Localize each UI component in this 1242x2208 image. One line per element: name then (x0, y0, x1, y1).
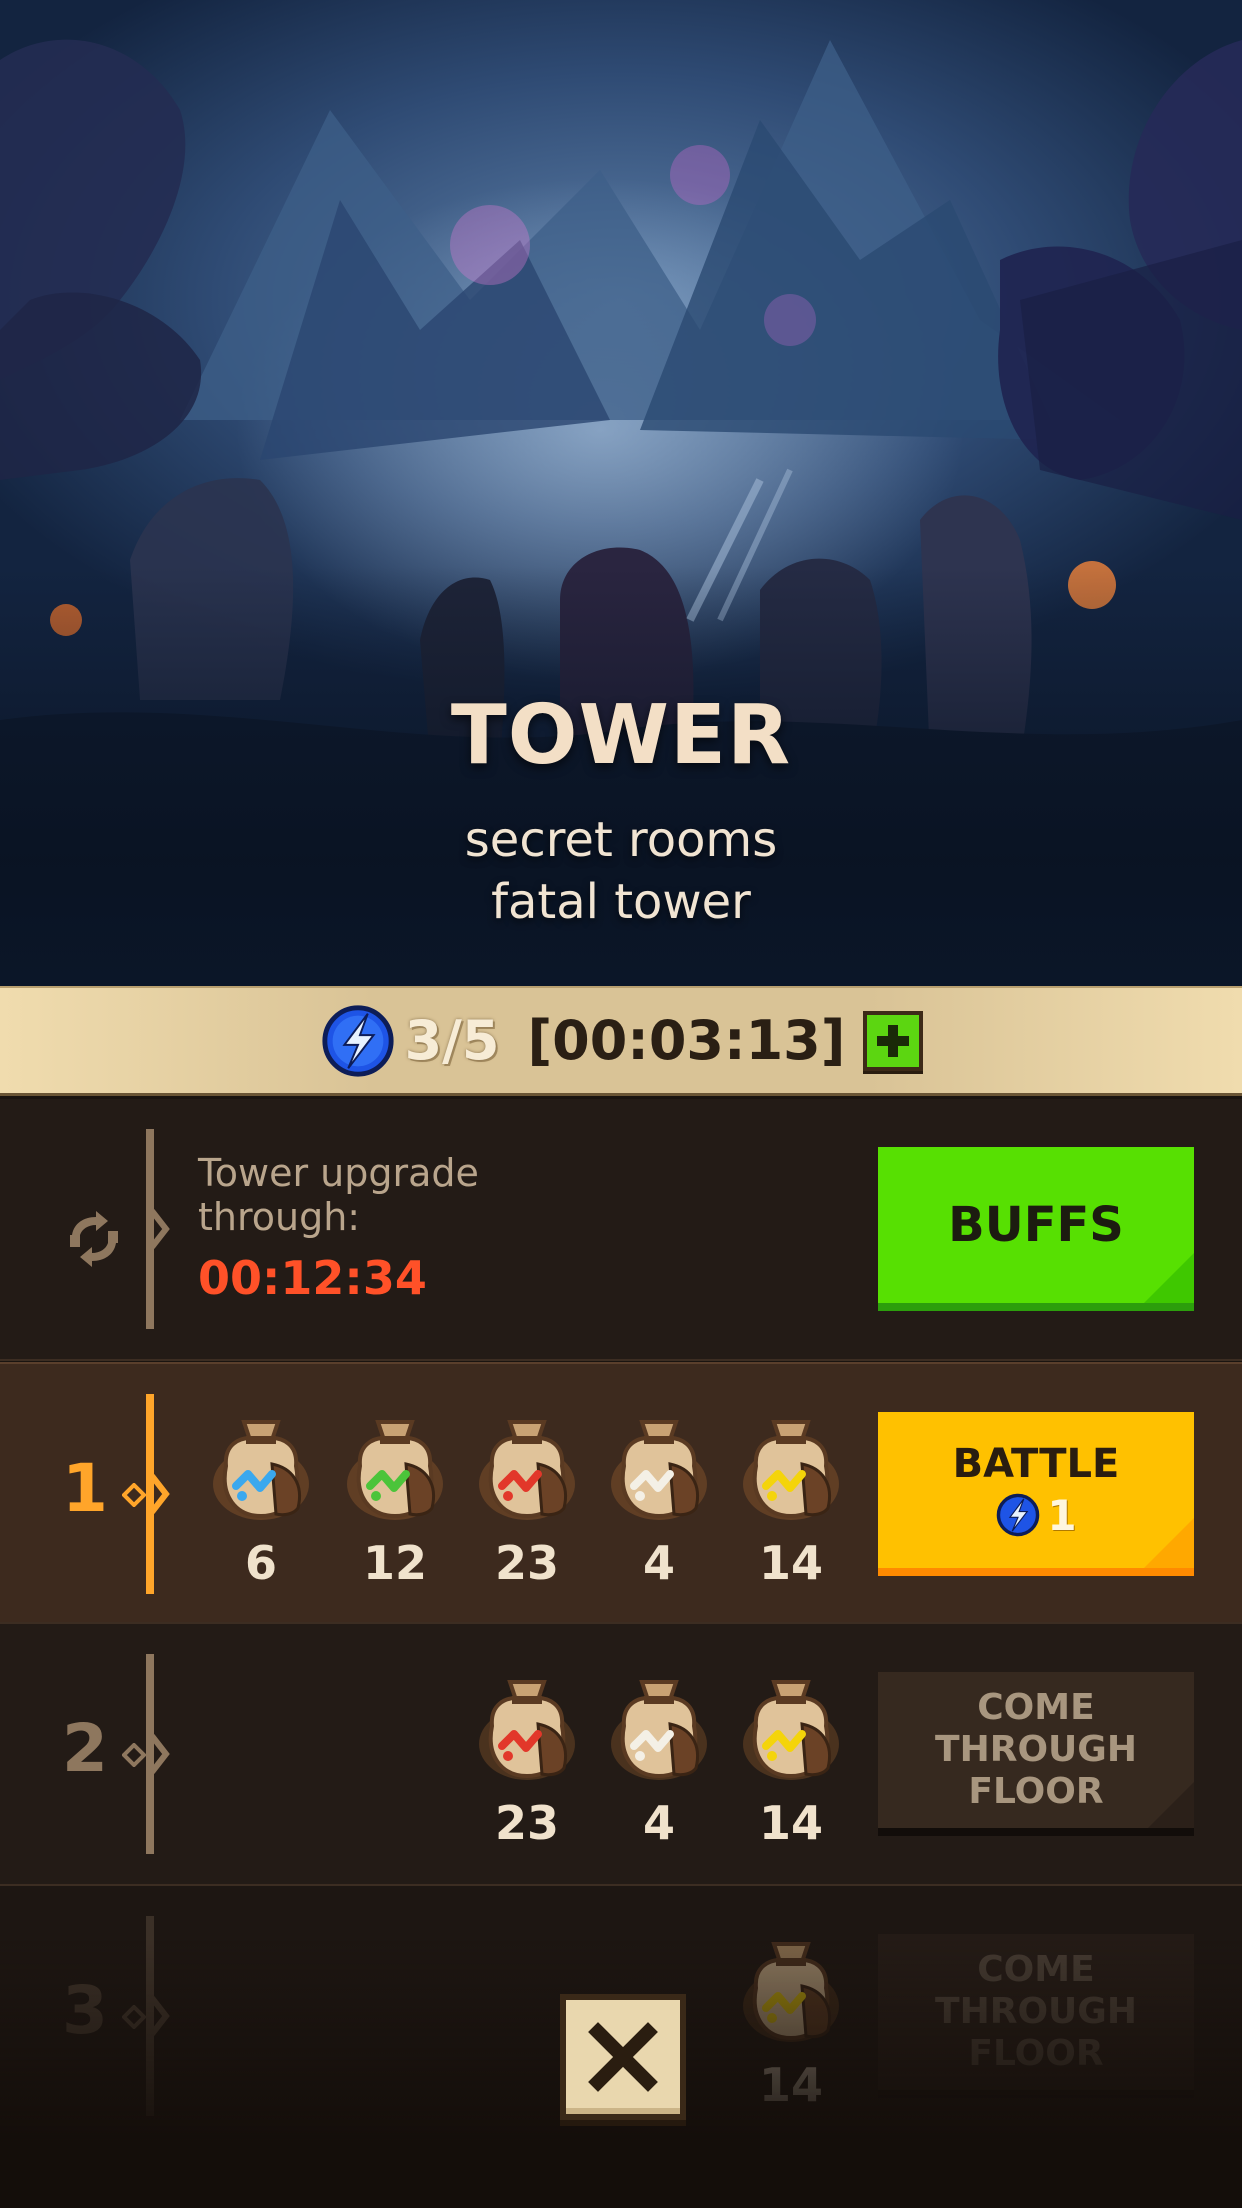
white-rune-bag-icon: 4 (604, 1664, 714, 1854)
reward-count: 23 (494, 1536, 559, 1590)
rail-chevron (150, 1209, 170, 1249)
button-corner (1144, 1253, 1194, 1303)
yellow-rune-bag-icon: 14 (736, 1926, 846, 2116)
buffs-button[interactable]: BUFFS (878, 1147, 1194, 1311)
blue-rune-bag-icon: 6 (206, 1404, 316, 1594)
energy-count: 3/5 (404, 1009, 500, 1072)
hero-banner: TOWER secret rooms fatal tower (0, 0, 1242, 986)
close-button[interactable] (560, 1994, 686, 2120)
upgrade-label: Tower upgrade through: (198, 1151, 479, 1239)
floor-row-2: 2 23 4 14 COME THROUGH FLOOR (0, 1624, 1242, 1886)
subtitle-line-1: secret rooms (464, 812, 778, 868)
refresh-icon (70, 1211, 118, 1267)
battle-button[interactable]: BATTLE 1 (878, 1412, 1194, 1576)
page-title: TOWER (450, 688, 792, 783)
reward-count: 4 (642, 1536, 675, 1590)
button-label-line-2: FLOOR (968, 1771, 1104, 1812)
reward-count: 4 (642, 1796, 675, 1850)
button-corner (1148, 1782, 1194, 1828)
buffs-button-label: BUFFS (948, 1197, 1124, 1253)
upgrade-timer: 00:12:34 (198, 1251, 427, 1305)
reward-count: 14 (758, 1796, 823, 1850)
red-rune-bag-icon: 23 (472, 1404, 582, 1594)
yellow-rune-bag-icon: 14 (736, 1664, 846, 1854)
plus-icon (877, 1024, 910, 1057)
red-rune-bag-icon: 23 (472, 1664, 582, 1854)
reward-count: 23 (494, 1796, 559, 1850)
yellow-rune-bag-icon: 14 (736, 1404, 846, 1594)
floor-row-1: 1 6 12 23 4 14 BATTLE 1 (0, 1362, 1242, 1624)
reward-count: 14 (758, 2058, 823, 2112)
green-rune-bag-icon: 12 (340, 1404, 450, 1594)
battle-button-label: BATTLE (952, 1440, 1120, 1487)
battle-cost: 1 (995, 1490, 1077, 1540)
reward-count: 12 (362, 1536, 427, 1590)
tower-upgrade-row: Tower upgrade through: 00:12:34 BUFFS (0, 1099, 1242, 1361)
energy-timer: [00:03:13] (527, 1009, 846, 1072)
energy-bolt-icon (997, 1493, 1040, 1537)
button-corner (1144, 1518, 1194, 1568)
white-rune-bag-icon: 4 (604, 1404, 714, 1594)
energy-bolt-icon (321, 1004, 394, 1077)
reward-count: 6 (244, 1536, 277, 1590)
energy-bar: 3/5 [00:03:13] (0, 986, 1242, 1096)
add-energy-button[interactable] (863, 1010, 924, 1071)
come-through-floor-button[interactable]: COME THROUGH FLOOR (878, 1672, 1194, 1836)
subtitle-line-2: fatal tower (491, 874, 751, 930)
button-label-line-1: COME THROUGH (935, 1687, 1137, 1770)
close-icon (588, 2022, 658, 2092)
battle-cost-value: 1 (1047, 1490, 1077, 1540)
reward-count: 14 (758, 1536, 823, 1590)
